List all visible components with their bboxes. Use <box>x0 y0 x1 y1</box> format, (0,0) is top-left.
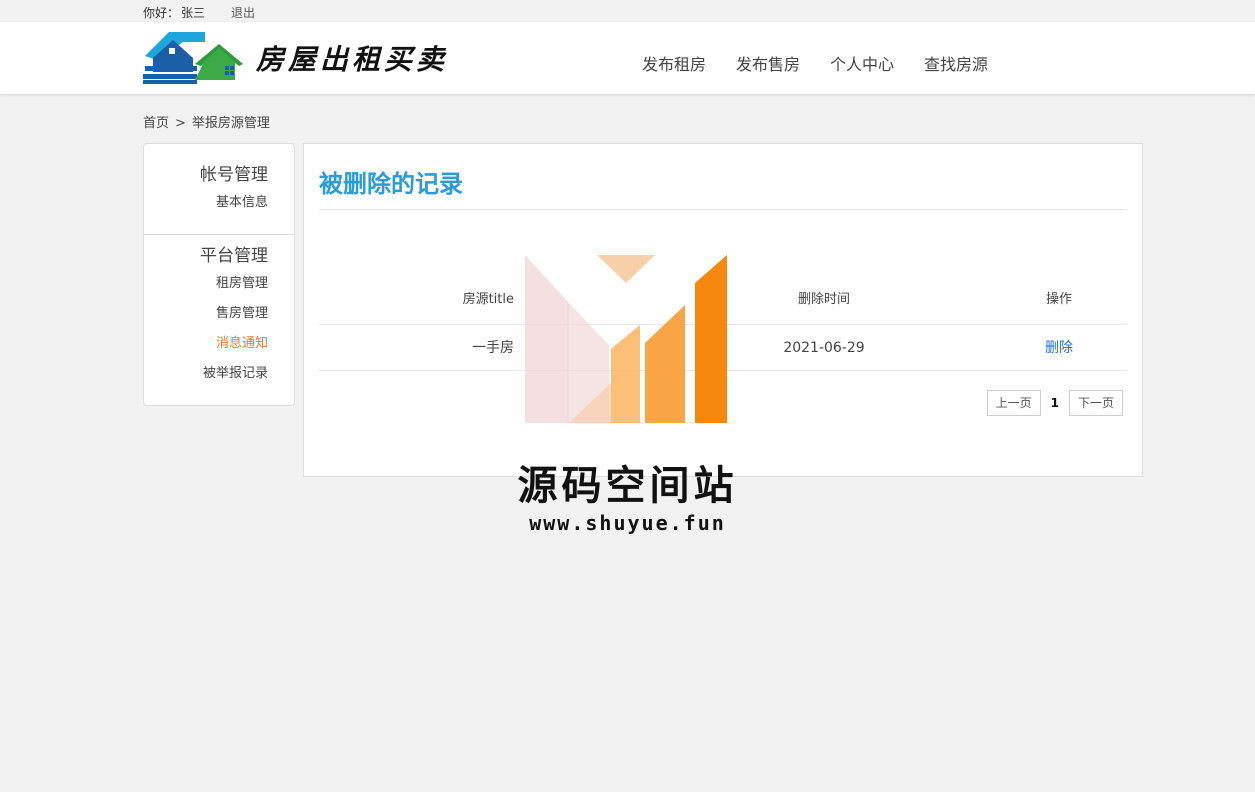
table-header-row: 房源title 删除时间 操作 <box>319 278 1127 325</box>
breadcrumb: 首页 > 举报房源管理 <box>143 112 270 131</box>
main-nav: 发布租房 发布售房 个人中心 查找房源 <box>642 51 1018 75</box>
greeting: 你好： 张三 <box>143 4 205 21</box>
sidebar-group-title: 帐号管理 <box>200 165 268 185</box>
column-header-deleted-at: 删除时间 <box>797 292 850 307</box>
nav-publish-rent[interactable]: 发布租房 <box>642 51 706 75</box>
table-row: 一手房 2021-06-29 删除 <box>319 325 1127 371</box>
nav-publish-sale[interactable]: 发布售房 <box>736 51 800 75</box>
nav-find-listings[interactable]: 查找房源 <box>924 51 988 75</box>
cell-deleted-at: 2021-06-29 <box>783 340 865 356</box>
sidebar-item-notifications[interactable]: 消息通知 <box>144 329 268 359</box>
pagination: 上一页 1 下一页 <box>986 390 1123 416</box>
sidebar-group-title: 平台管理 <box>200 246 268 266</box>
prev-page-button[interactable]: 上一页 <box>986 390 1041 416</box>
nav-personal-center[interactable]: 个人中心 <box>830 51 894 75</box>
sidebar-item-reported-records[interactable]: 被举报记录 <box>144 359 268 389</box>
username: 张三 <box>181 6 206 20</box>
page-title: 被删除的记录 <box>319 170 463 198</box>
site-logo[interactable]: 房屋出租买卖 <box>143 30 463 86</box>
breadcrumb-current: 举报房源管理 <box>191 116 270 131</box>
sidebar-group-platform: 平台管理 租房管理 售房管理 消息通知 被举报记录 <box>144 235 294 389</box>
sidebar-item-rent-manage[interactable]: 租房管理 <box>144 269 268 299</box>
title-divider <box>319 209 1127 210</box>
sidebar-group-account: 帐号管理 基本信息 <box>144 144 294 235</box>
greeting-label: 你好： <box>143 6 180 20</box>
main-panel: 被删除的记录 房源title 删除时间 操作 一手房 2021-06-29 删除… <box>303 143 1143 477</box>
logo-text: 房屋出租买卖 <box>256 43 449 76</box>
cell-title: 一手房 <box>472 340 514 356</box>
sidebar-item-basic-info[interactable]: 基本信息 <box>144 188 268 218</box>
watermark-url: www.shuyue.fun <box>529 511 726 535</box>
next-page-button[interactable]: 下一页 <box>1068 390 1123 416</box>
column-header-title: 房源title <box>462 292 514 307</box>
deleted-records-table: 房源title 删除时间 操作 一手房 2021-06-29 删除 <box>319 278 1127 371</box>
current-page-number: 1 <box>1050 396 1059 410</box>
logout-link[interactable]: 退出 <box>231 4 255 21</box>
breadcrumb-home[interactable]: 首页 <box>143 116 169 131</box>
breadcrumb-separator: > <box>175 116 186 131</box>
site-header: 房屋出租买卖 发布租房 发布售房 个人中心 查找房源 <box>0 22 1255 95</box>
sidebar: 帐号管理 基本信息 平台管理 租房管理 售房管理 消息通知 被举报记录 <box>143 143 295 406</box>
delete-link[interactable]: 删除 <box>1014 325 1104 371</box>
top-bar: 你好： 张三 退出 <box>0 0 1255 22</box>
sidebar-item-sale-manage[interactable]: 售房管理 <box>144 299 268 329</box>
house-logo-icon <box>143 32 243 84</box>
column-header-action: 操作 <box>1045 292 1072 307</box>
